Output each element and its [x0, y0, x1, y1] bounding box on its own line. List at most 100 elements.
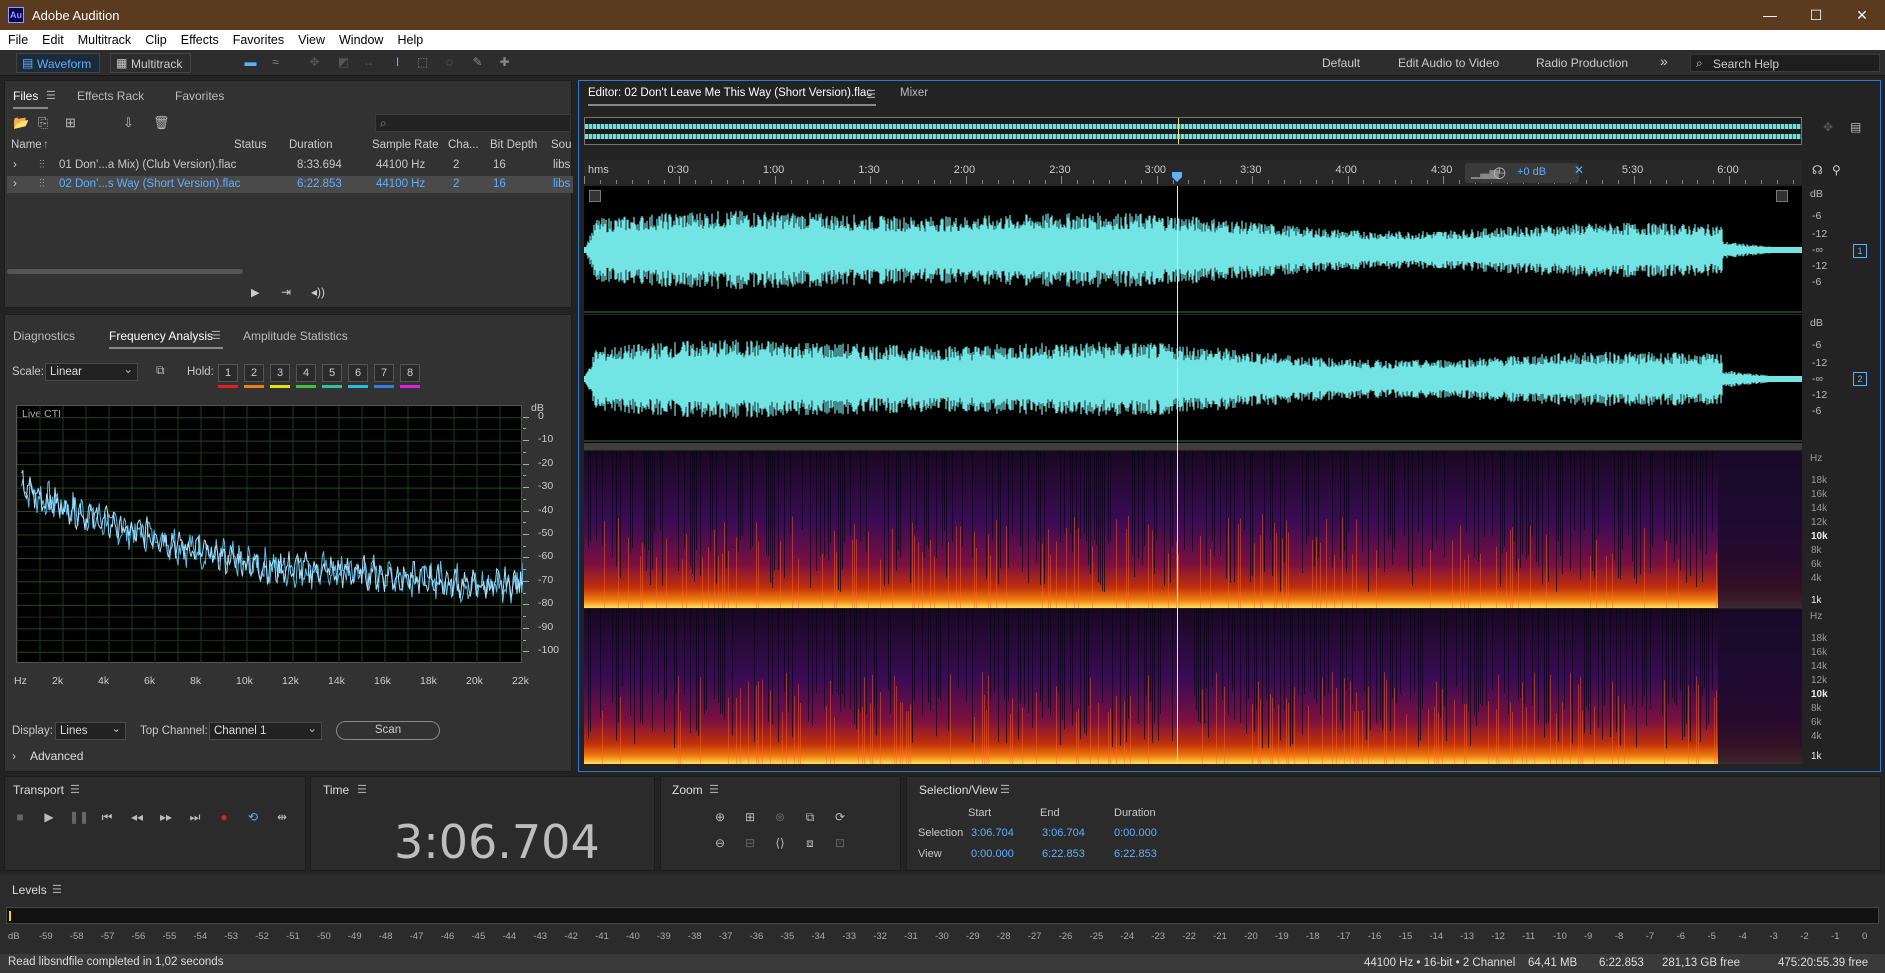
waveform-spectral-divider[interactable] — [584, 443, 1802, 450]
zoom-menu-icon[interactable]: ☰ — [709, 783, 719, 796]
workspace-edit-audio-to-video[interactable]: Edit Audio to Video — [1398, 56, 1499, 70]
record-icon[interactable]: ● — [215, 808, 233, 826]
file-row-selected[interactable]: › ⫶⫶ 02 Don'...s Way (Short Version).fla… — [7, 176, 573, 193]
spot-healing-tool-icon[interactable]: ✚ — [497, 55, 512, 70]
pause-icon[interactable]: ❚❚ — [69, 808, 89, 826]
expand-advanced-icon[interactable]: › — [12, 749, 16, 763]
overview-waveform[interactable] — [584, 117, 1802, 145]
view-end[interactable]: 6:22.853 — [1042, 848, 1085, 860]
minimize-button[interactable]: — — [1747, 0, 1793, 30]
copy-graph-icon[interactable]: ⧉ — [156, 363, 165, 378]
spectrogram-channel-2[interactable] — [584, 609, 1802, 810]
column-channels[interactable]: Cha... — [448, 139, 479, 151]
zoom-out-time-icon[interactable]: ⊟ — [741, 834, 759, 852]
import-file-icon[interactable]: ⎘ — [38, 115, 48, 131]
waveform-channel-1[interactable] — [584, 186, 1802, 314]
loop-playback-icon[interactable]: ⟲ — [244, 808, 262, 826]
top-channel-dropdown[interactable]: Channel 1 — [209, 721, 322, 740]
headphones-icon[interactable]: ☊ — [1812, 163, 1823, 177]
hold-button-3[interactable]: 3 — [270, 364, 290, 382]
close-file-icon[interactable]: 🗑 — [153, 115, 170, 131]
column-bit-depth[interactable]: Bit Depth — [490, 139, 537, 151]
menu-edit[interactable]: Edit — [34, 30, 70, 47]
time-selection-tool-icon[interactable]: I — [390, 55, 405, 70]
menu-multitrack[interactable]: Multitrack — [70, 30, 137, 47]
loop-preview-icon[interactable]: ⇥ — [281, 285, 291, 299]
menu-file[interactable]: File — [0, 30, 34, 47]
zoom-selection-icon[interactable]: ⊛ — [771, 808, 789, 826]
menu-help[interactable]: Help — [389, 30, 429, 47]
slip-tool-icon[interactable]: ↔ — [361, 55, 376, 70]
insert-into-multitrack-icon[interactable]: ⇩ — [123, 115, 134, 131]
scan-button[interactable]: Scan — [336, 721, 440, 740]
editor-menu-icon[interactable]: ☰ — [866, 88, 876, 101]
tab-effects-rack[interactable]: Effects Rack — [77, 89, 144, 103]
close-button[interactable]: ✕ — [1839, 0, 1885, 30]
time-menu-icon[interactable]: ☰ — [357, 783, 367, 796]
razor-tool-icon[interactable]: ◩ — [336, 55, 351, 70]
brush-tool-icon[interactable]: ✎ — [470, 55, 485, 70]
menu-window[interactable]: Window — [331, 30, 389, 47]
channel-2-badge[interactable]: 2 — [1853, 372, 1867, 386]
zoom-out-amplitude-icon[interactable]: ⊖ — [711, 834, 729, 852]
hold-button-7[interactable]: 7 — [374, 364, 394, 382]
skip-selection-icon[interactable]: ⇹ — [273, 808, 291, 826]
zoom-in-point-icon[interactable]: ⧉ — [801, 808, 819, 826]
selection-view-menu-icon[interactable]: ☰ — [1000, 783, 1010, 796]
volume-knob-icon[interactable]: ◷ — [1493, 163, 1506, 181]
workspace-default[interactable]: Default — [1322, 56, 1360, 70]
view-start[interactable]: 0:00.000 — [971, 848, 1014, 860]
spectrogram-channel-1[interactable] — [584, 451, 1802, 654]
view-duration[interactable]: 6:22.853 — [1114, 848, 1157, 860]
horizontal-scrollbar[interactable] — [7, 269, 243, 274]
display-dropdown[interactable]: Lines — [55, 721, 126, 740]
auto-play-icon[interactable]: ◂)) — [311, 285, 325, 299]
tab-files[interactable]: Files — [13, 89, 49, 109]
fade-in-handle-icon[interactable] — [589, 190, 601, 202]
marker-icon[interactable]: ⚲ — [1832, 163, 1841, 177]
waveform-view-button[interactable]: ▤ Waveform — [16, 53, 101, 73]
column-source[interactable]: Sou — [551, 139, 571, 151]
pitch-display-icon[interactable]: ≈ — [268, 55, 283, 70]
editor-tab[interactable]: Editor: 02 Don't Leave Me This Way (Shor… — [588, 87, 872, 99]
zoom-in-time-icon[interactable]: ⊞ — [741, 808, 759, 826]
new-file-icon[interactable]: ⊞ — [65, 115, 76, 131]
stop-icon[interactable]: ■ — [11, 808, 29, 826]
search-help-input[interactable]: ⌕ Search Help — [1690, 54, 1880, 72]
hold-button-4[interactable]: 4 — [296, 364, 316, 382]
multitrack-view-button[interactable]: ▦ Multitrack — [110, 53, 192, 73]
play-icon[interactable]: ▶ — [40, 808, 58, 826]
waveform-channel-2[interactable] — [584, 315, 1802, 443]
tab-favorites[interactable]: Favorites — [175, 89, 224, 103]
spectral-display-icon[interactable]: ▬ — [243, 55, 258, 70]
pin-hud-icon[interactable]: ✕ — [1574, 163, 1584, 177]
column-sample-rate[interactable]: Sample Rate — [372, 139, 438, 151]
mixer-tab[interactable]: Mixer — [900, 87, 928, 99]
fade-out-handle-icon[interactable] — [1776, 190, 1788, 202]
open-file-icon[interactable]: 📂 — [13, 115, 29, 131]
zoom-reset-icon[interactable]: ⟳ — [831, 808, 849, 826]
menu-favorites[interactable]: Favorites — [225, 30, 290, 47]
workspace-radio-production[interactable]: Radio Production — [1536, 56, 1628, 70]
analysis-panel-menu-icon[interactable]: ☰ — [211, 329, 221, 342]
zoom-navigator-icon[interactable]: ✥ — [1823, 120, 1833, 134]
fast-forward-icon[interactable]: ▸▸ — [157, 808, 175, 826]
scale-dropdown[interactable]: Linear — [45, 362, 138, 381]
files-panel-menu-icon[interactable]: ☰ — [46, 89, 56, 102]
more-workspaces-icon[interactable]: » — [1660, 53, 1668, 69]
selection-end[interactable]: 3:06.704 — [1042, 827, 1085, 839]
menu-clip[interactable]: Clip — [137, 30, 173, 47]
skip-to-end-icon[interactable]: ⏭ — [186, 808, 204, 826]
hud-gain[interactable]: ▁▃▅ ◷ +0 dB — [1465, 163, 1579, 183]
selection-start[interactable]: 3:06.704 — [971, 827, 1014, 839]
file-row[interactable]: › ⫶⫶ 01 Don'...a Mix) (Club Version).fla… — [7, 157, 573, 174]
column-duration[interactable]: Duration — [289, 139, 332, 151]
expand-icon[interactable]: › — [13, 159, 17, 171]
tab-diagnostics[interactable]: Diagnostics — [13, 329, 75, 343]
hold-button-6[interactable]: 6 — [348, 364, 368, 382]
skip-to-start-icon[interactable]: ⏮ — [98, 808, 116, 826]
menu-effects[interactable]: Effects — [173, 30, 225, 47]
tab-frequency-analysis[interactable]: Frequency Analysis — [109, 329, 224, 349]
expand-icon[interactable]: › — [13, 178, 17, 190]
play-preview-icon[interactable]: ▶ — [251, 286, 259, 299]
